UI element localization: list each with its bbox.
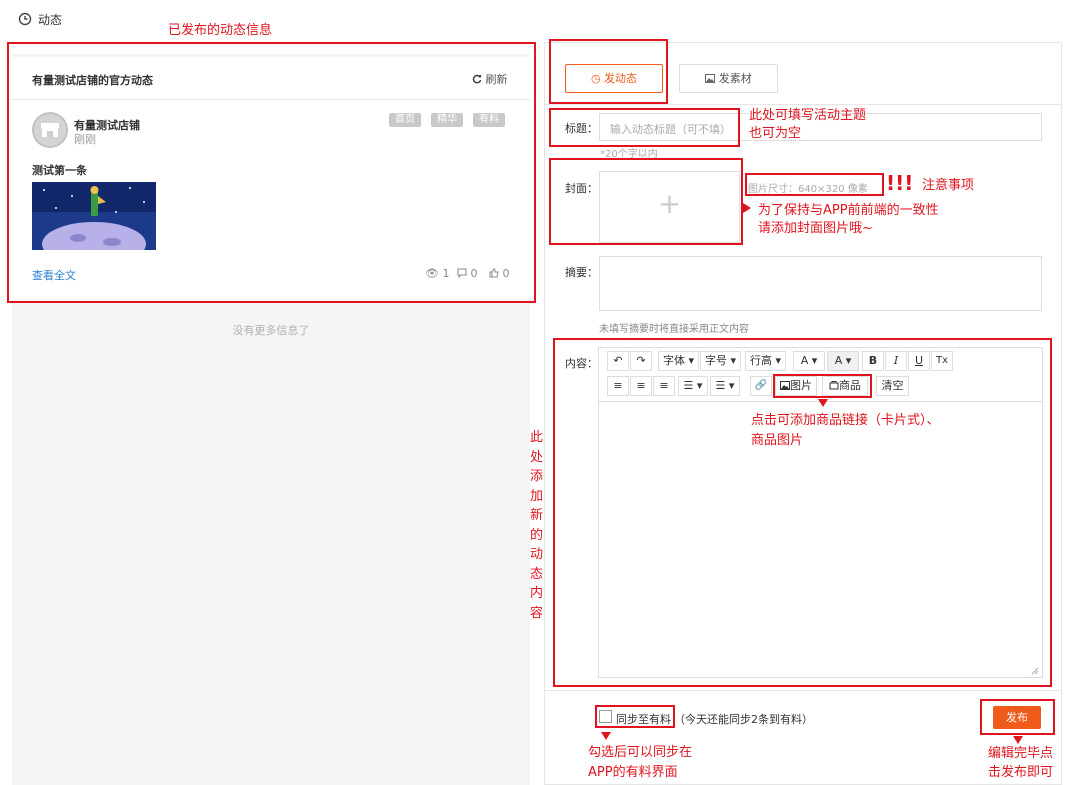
divider — [544, 104, 1062, 105]
annotation-publish-2: 击发布即可 — [988, 765, 1054, 780]
annotation-publish-1: 编辑完毕点 — [988, 746, 1054, 761]
annotation-sync-1: 勾选后可以同步在 — [588, 745, 693, 760]
annotation-toolbar-1: 点击可添加商品链接（卡片式）、 — [751, 413, 940, 428]
top-header: 动态 — [0, 0, 1068, 38]
annotation-arrow — [601, 732, 611, 740]
annotation-cover-2: 请添加封面图片哦~ — [758, 221, 873, 236]
annotation-title-2: 也可为空 — [749, 126, 802, 141]
annotation-published: 已发布的动态信息 — [168, 23, 273, 38]
annotation-arrow — [743, 203, 751, 213]
no-more-text: 没有更多信息了 — [232, 324, 310, 337]
annotation-box-publish — [980, 699, 1055, 735]
annotation-title-1: 此处可填写活动主题 — [749, 108, 867, 123]
page-title: 动态 — [38, 13, 63, 27]
annotation-arrow — [818, 399, 828, 407]
annotation-box-published — [7, 42, 536, 303]
annotation-box-size-hint — [745, 173, 884, 196]
annotation-arrow — [1013, 736, 1023, 744]
sync-note: （今天还能同步2条到有料） — [674, 713, 813, 726]
annotation-attention-marks: !!! — [886, 171, 914, 195]
annotation-box-title — [549, 108, 740, 147]
annotation-box-cover — [549, 158, 743, 245]
annotation-sync-2: APP的有料界面 — [588, 765, 678, 780]
summary-hint: 未填写摘要时将直接采用正文内容 — [599, 324, 749, 335]
annotation-cover-1: 为了保持与APP前前端的一致性 — [758, 203, 939, 218]
annotation-content: 此处添加新的动态内容 — [530, 430, 544, 621]
annotation-box-sync — [595, 705, 675, 728]
annotation-box-tabs — [549, 39, 668, 104]
annotation-attention: 注意事项 — [922, 178, 975, 193]
clock-icon — [18, 12, 32, 26]
annotation-toolbar-2: 商品图片 — [751, 433, 804, 448]
divider — [544, 690, 1062, 691]
image-icon — [705, 74, 716, 83]
tab-label: 发素材 — [718, 72, 752, 85]
tab-post-material[interactable]: 发素材 — [679, 64, 778, 93]
summary-input[interactable] — [599, 256, 1042, 311]
summary-label: 摘要： — [565, 266, 598, 279]
annotation-box-toolbar — [773, 374, 872, 398]
